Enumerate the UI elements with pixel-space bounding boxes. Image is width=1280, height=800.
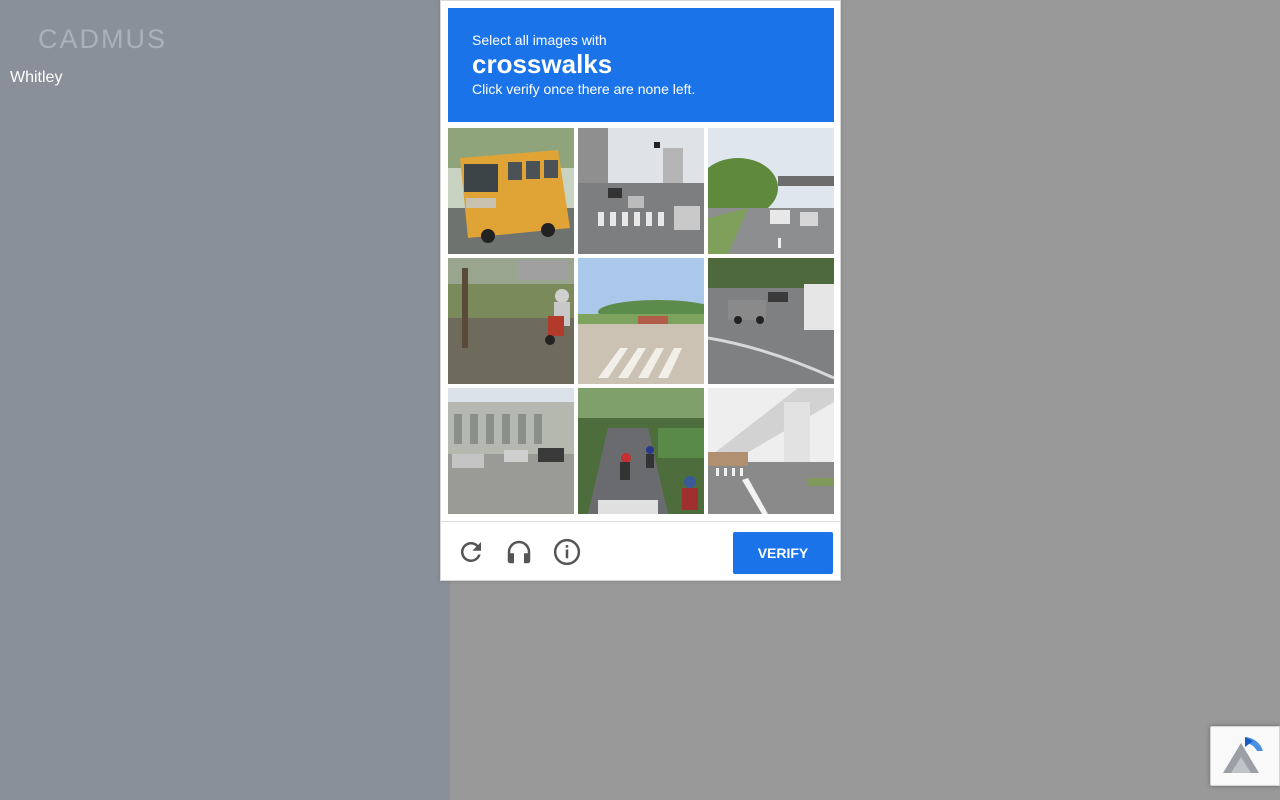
instruction-suffix: Click verify once there are none left. [472,81,696,97]
motorcyclists-image [578,388,704,514]
captcha-header: Select all images with crosswalks Click … [448,8,834,122]
verify-button[interactable]: VERIFY [733,532,833,574]
captcha-footer: VERIFY [441,521,840,581]
recaptcha-badge[interactable] [1210,726,1280,786]
instruction-keyword: crosswalks [472,49,613,79]
highway-image [708,128,834,254]
recaptcha-logo-icon [1223,737,1263,773]
info-icon[interactable] [552,537,582,567]
building-image [448,388,574,514]
cadmus-logo: CADMUS [38,24,168,54]
image-grid [448,128,834,514]
image-tile-3[interactable] [708,128,834,254]
image-tile-5[interactable] [578,258,704,384]
image-tile-1[interactable] [448,128,574,254]
image-tile-9[interactable] [708,388,834,514]
left-panel: CADMUS Whitley [0,0,450,800]
image-tile-8[interactable] [578,388,704,514]
road-curve-image [708,258,834,384]
motorcycle-roadside-image [448,258,574,384]
bus-image [448,128,574,254]
reload-icon[interactable] [456,537,486,567]
captcha-dialog: Select all images with crosswalks Click … [440,0,841,581]
username-label: Whitley [10,69,63,86]
image-tile-7[interactable] [448,388,574,514]
monorail-image [708,388,834,514]
image-tile-4[interactable] [448,258,574,384]
street-image [578,128,704,254]
instruction-prefix: Select all images with [472,32,607,48]
image-tile-6[interactable] [708,258,834,384]
image-tile-2[interactable] [578,128,704,254]
headphones-icon[interactable] [504,537,534,567]
crosswalk-road-image [578,258,704,384]
